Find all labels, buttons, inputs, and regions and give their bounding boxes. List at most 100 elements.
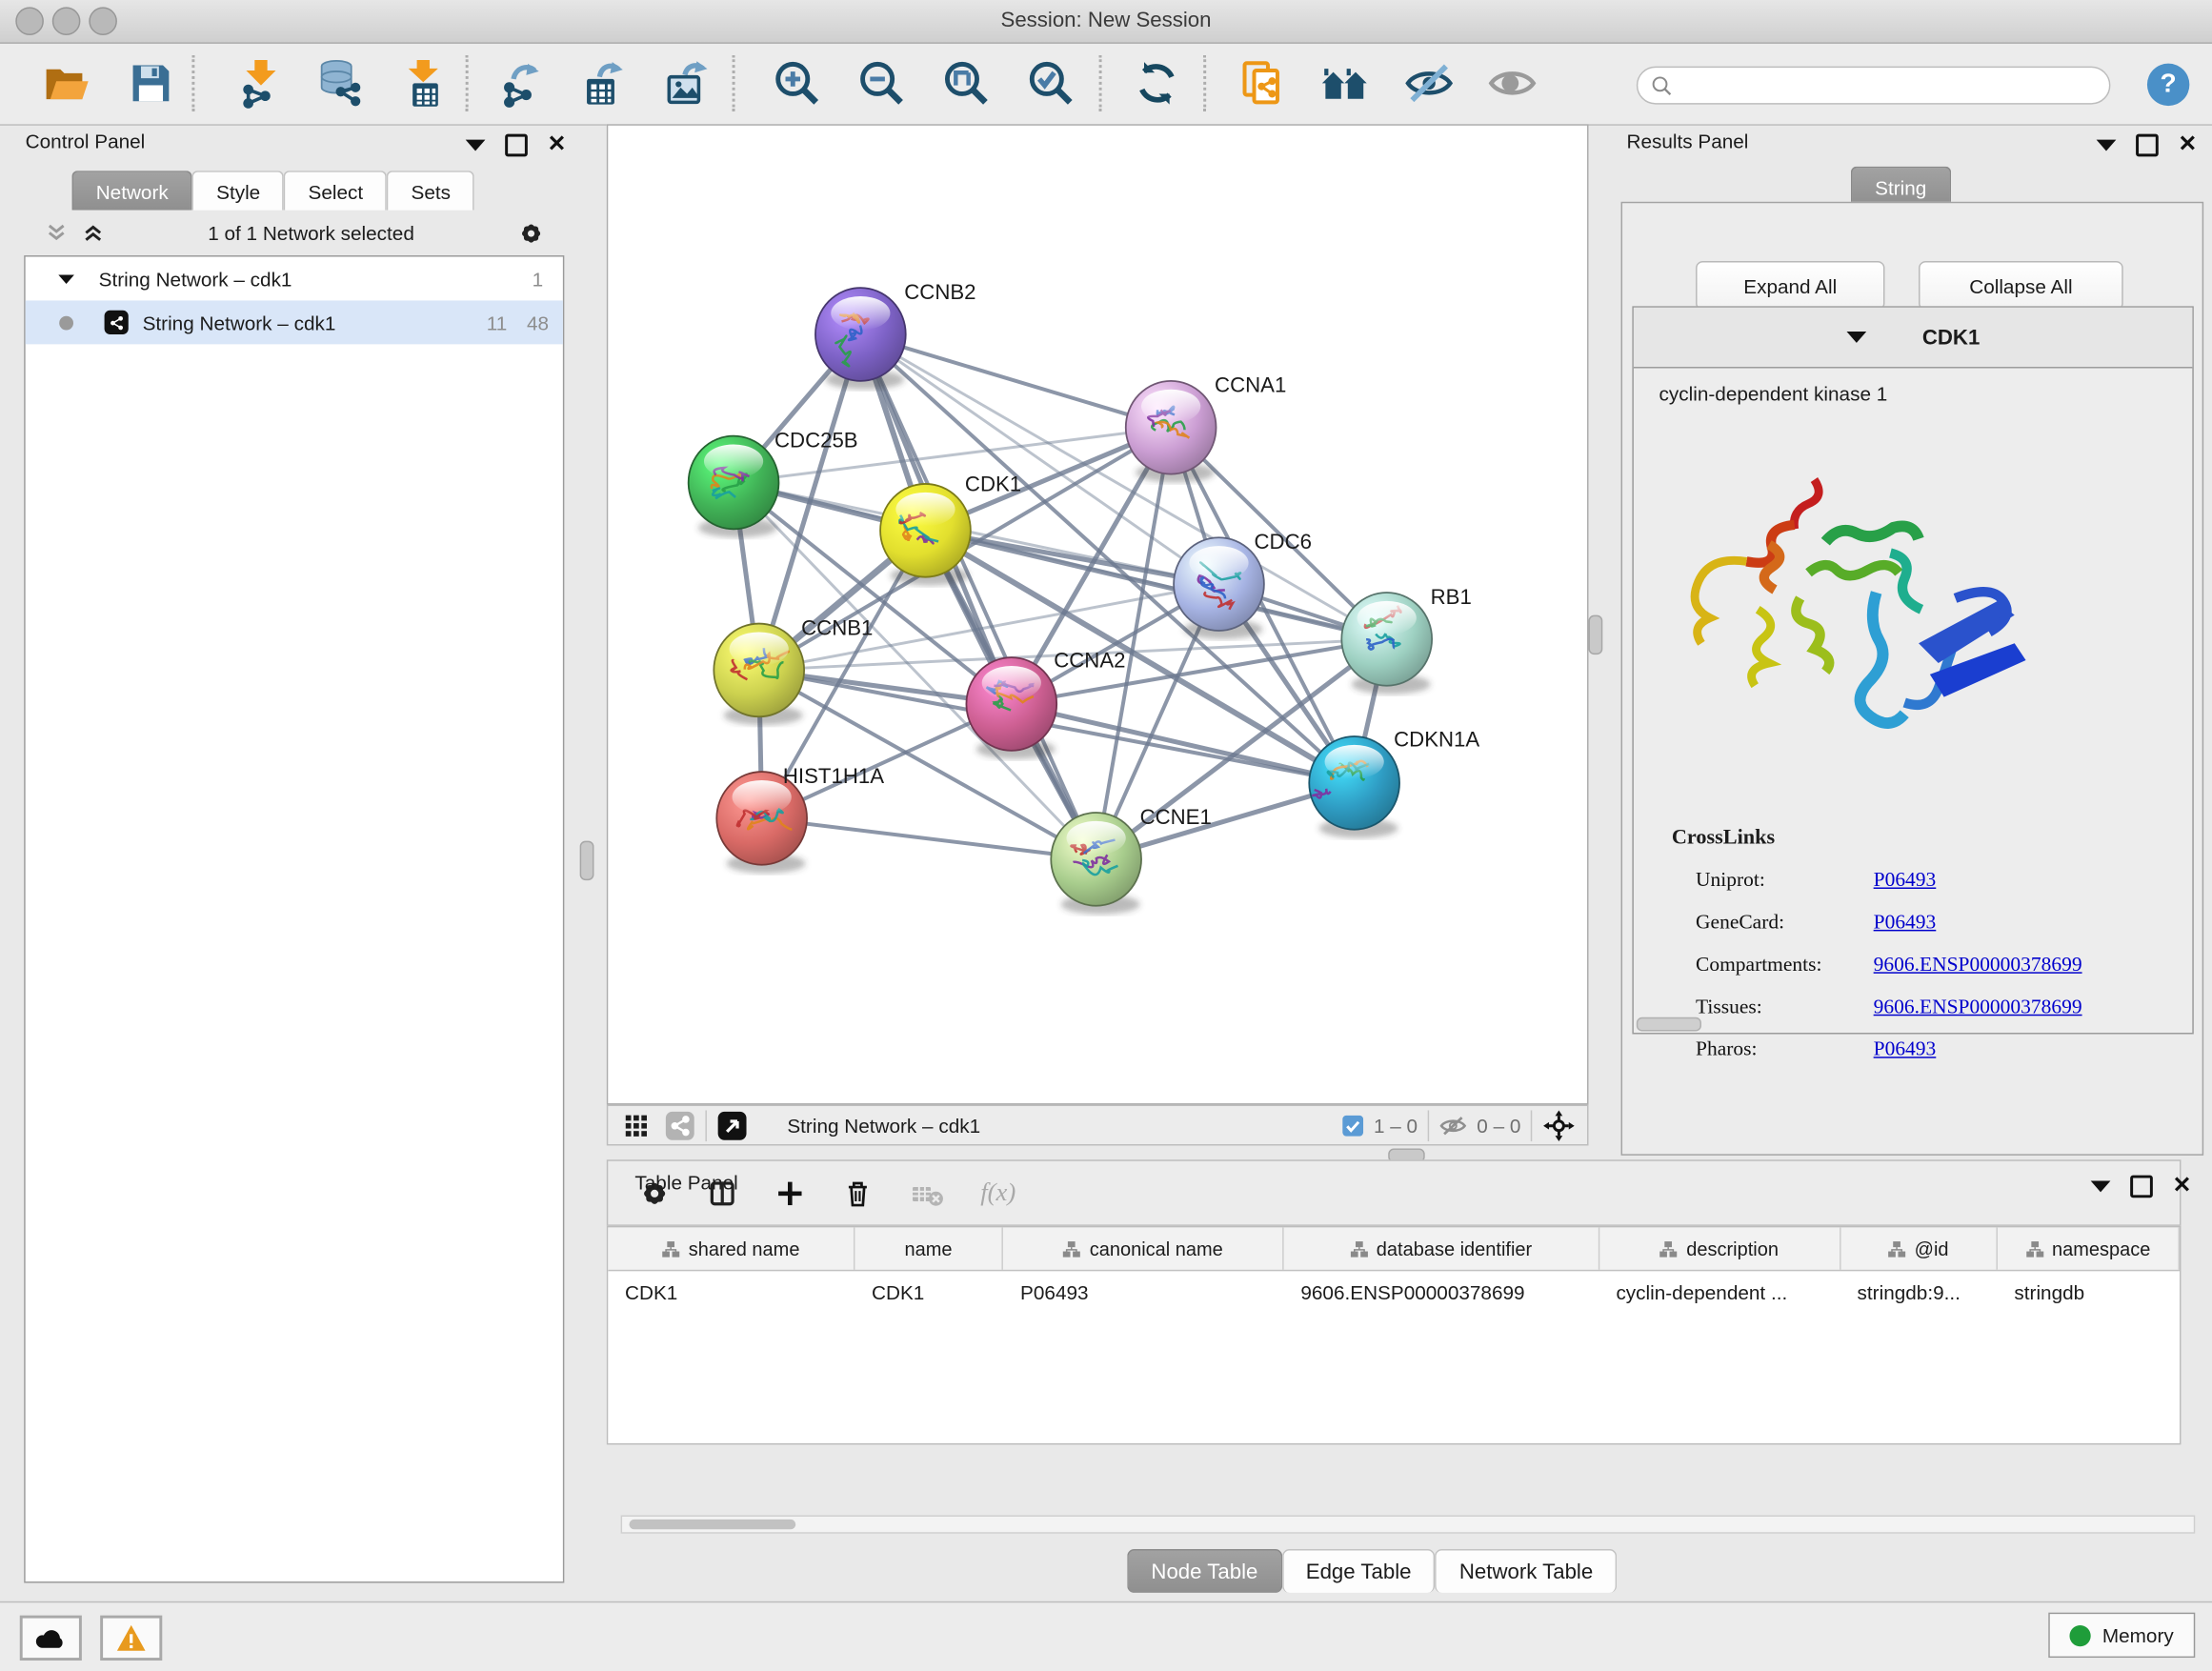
export-network-icon[interactable] bbox=[491, 52, 553, 114]
tab-style[interactable]: Style bbox=[192, 171, 284, 210]
import-network-file-icon[interactable] bbox=[230, 52, 292, 114]
network-node-CDC25B[interactable]: CDC25B bbox=[689, 428, 858, 537]
table-tabs: Node TableEdge TableNetwork Table bbox=[1127, 1549, 1617, 1593]
table-cell[interactable]: cyclin-dependent ... bbox=[1599, 1281, 1840, 1304]
network-node-CCNE1[interactable]: CCNE1 bbox=[1051, 805, 1212, 915]
expand-all-tree-icon[interactable] bbox=[82, 222, 105, 245]
panel-float-icon[interactable] bbox=[2091, 1181, 2111, 1193]
delete-column-trash-icon[interactable] bbox=[842, 1178, 874, 1209]
table-cell[interactable]: stringdb bbox=[1998, 1281, 2180, 1304]
crosslink-link[interactable]: P06493 bbox=[1874, 912, 1937, 936]
warnings-button[interactable] bbox=[100, 1616, 162, 1661]
export-table-icon[interactable] bbox=[573, 52, 634, 114]
open-session-icon[interactable] bbox=[35, 52, 97, 114]
network-node-CCNA1[interactable]: CCNA1 bbox=[1126, 373, 1287, 483]
table-cell[interactable]: P06493 bbox=[1003, 1281, 1283, 1304]
column-header-namespace[interactable]: namespace bbox=[1998, 1227, 2180, 1269]
panel-maximize-icon[interactable] bbox=[2130, 1176, 2153, 1198]
network-node-CCNB1[interactable]: CCNB1 bbox=[714, 615, 873, 725]
network-collection-row[interactable]: String Network – cdk1 1 bbox=[26, 257, 563, 301]
zoom-in-icon[interactable] bbox=[766, 52, 828, 114]
column-header-canonical-name[interactable]: canonical name bbox=[1003, 1227, 1283, 1269]
network-node-CDKN1A[interactable]: CDKN1A bbox=[1309, 727, 1479, 837]
help-icon[interactable]: ? bbox=[2147, 64, 2189, 106]
table-panel-title: Table Panel bbox=[634, 1171, 737, 1194]
open-in-browser-icon[interactable] bbox=[716, 1110, 748, 1141]
show-panel-eye-icon[interactable] bbox=[1481, 52, 1543, 114]
panel-float-icon[interactable] bbox=[2097, 140, 2117, 151]
section-collapse-icon[interactable] bbox=[1846, 332, 1866, 343]
table-hscroll-thumb[interactable] bbox=[629, 1520, 795, 1529]
create-column-plus-icon[interactable] bbox=[774, 1178, 806, 1209]
tab-network-table[interactable]: Network Table bbox=[1436, 1549, 1618, 1593]
export-image-icon[interactable] bbox=[656, 52, 718, 114]
network-tree: String Network – cdk1 1 String Network –… bbox=[24, 255, 564, 1583]
network-node-HIST1H1A[interactable]: HIST1H1A bbox=[716, 764, 884, 874]
table-cell[interactable]: 9606.ENSP00000378699 bbox=[1284, 1281, 1599, 1304]
network-options-gear-icon[interactable] bbox=[517, 219, 544, 246]
table-cell[interactable]: CDK1 bbox=[608, 1281, 855, 1304]
hide-panel-eye-slash-icon[interactable] bbox=[1398, 52, 1460, 114]
panel-float-icon[interactable] bbox=[466, 140, 486, 151]
panel-close-icon[interactable]: ✕ bbox=[2179, 137, 2198, 154]
collapse-all-button[interactable]: Collapse All bbox=[1919, 261, 2123, 311]
panel-close-icon[interactable]: ✕ bbox=[2173, 1178, 2192, 1196]
network-node-count: 11 bbox=[487, 312, 508, 334]
crosslink-link[interactable]: 9606.ENSP00000378699 bbox=[1874, 997, 2082, 1020]
tab-string[interactable]: String bbox=[1851, 167, 1951, 206]
table-row[interactable]: CDK1CDK1P064939606.ENSP00000378699cyclin… bbox=[608, 1271, 2180, 1313]
expand-all-button[interactable]: Expand All bbox=[1696, 261, 1884, 311]
results-hscroll-thumb[interactable] bbox=[1637, 1017, 1701, 1032]
zoom-fit-icon[interactable] bbox=[935, 52, 997, 114]
network-node-RB1[interactable]: RB1 bbox=[1341, 585, 1471, 695]
save-session-icon[interactable] bbox=[120, 52, 182, 114]
column-network-icon bbox=[1063, 1239, 1081, 1258]
import-network-database-icon[interactable] bbox=[308, 52, 370, 114]
table-hscrollbar[interactable] bbox=[621, 1515, 2196, 1533]
collapse-all-tree-icon[interactable] bbox=[45, 222, 68, 245]
grid-view-icon[interactable] bbox=[622, 1111, 651, 1139]
column-header-database-identifier[interactable]: database identifier bbox=[1284, 1227, 1599, 1269]
tab-network[interactable]: Network bbox=[72, 171, 192, 210]
memory-button[interactable]: Memory bbox=[2048, 1613, 2195, 1658]
delete-table-icon bbox=[910, 1178, 944, 1209]
panel-close-icon[interactable]: ✕ bbox=[548, 137, 567, 154]
zoom-selected-icon[interactable] bbox=[1020, 52, 1082, 114]
column-network-icon bbox=[1659, 1239, 1678, 1258]
import-table-file-icon[interactable] bbox=[392, 52, 454, 114]
protein-section-header[interactable]: CDK1 bbox=[1634, 308, 2192, 369]
column-header-@id[interactable]: @id bbox=[1840, 1227, 1998, 1269]
duplicate-network-icon[interactable] bbox=[1232, 52, 1294, 114]
crosslink-row: Uniprot:P06493 bbox=[1696, 869, 2176, 893]
cloud-button[interactable] bbox=[20, 1616, 82, 1661]
column-header-shared-name[interactable]: shared name bbox=[608, 1227, 855, 1269]
tab-select[interactable]: Select bbox=[284, 171, 387, 210]
tab-node-table[interactable]: Node Table bbox=[1127, 1549, 1281, 1593]
network-node-CCNB2[interactable]: CCNB2 bbox=[815, 280, 976, 390]
column-label: name bbox=[905, 1238, 953, 1258]
column-header-description[interactable]: description bbox=[1599, 1227, 1840, 1269]
table-cell[interactable]: stringdb:9... bbox=[1840, 1281, 1998, 1304]
refresh-icon[interactable] bbox=[1126, 52, 1188, 114]
node-gloss bbox=[1357, 601, 1417, 635]
left-splitter-handle[interactable] bbox=[580, 841, 594, 880]
network-node-CCNA2[interactable]: CCNA2 bbox=[966, 648, 1125, 758]
crosslink-link[interactable]: P06493 bbox=[1874, 869, 1937, 893]
panel-maximize-icon[interactable] bbox=[2136, 134, 2159, 157]
tab-edge-table[interactable]: Edge Table bbox=[1282, 1549, 1436, 1593]
collection-collapse-icon[interactable] bbox=[58, 274, 74, 283]
crosslink-link[interactable]: P06493 bbox=[1874, 1038, 1937, 1062]
crosslink-link[interactable]: 9606.ENSP00000378699 bbox=[1874, 954, 2082, 977]
selected-checkbox-icon[interactable] bbox=[1341, 1114, 1364, 1137]
search-input[interactable] bbox=[1673, 72, 2074, 98]
string-style-icon[interactable] bbox=[665, 1110, 696, 1141]
network-canvas[interactable]: CCNB2CCNA1CDC25BCDK1CDC6RB1CCNB1CCNA2CDK… bbox=[607, 124, 1589, 1104]
panel-maximize-icon[interactable] bbox=[505, 134, 528, 157]
tab-sets[interactable]: Sets bbox=[387, 171, 474, 210]
table-cell[interactable]: CDK1 bbox=[855, 1281, 1003, 1304]
zoom-out-icon[interactable] bbox=[851, 52, 913, 114]
home-networks-icon[interactable] bbox=[1314, 52, 1376, 114]
birds-eye-navigator-icon[interactable] bbox=[1542, 1108, 1577, 1142]
column-header-name[interactable]: name bbox=[855, 1227, 1003, 1269]
network-row[interactable]: String Network – cdk1 11 48 bbox=[26, 300, 563, 344]
